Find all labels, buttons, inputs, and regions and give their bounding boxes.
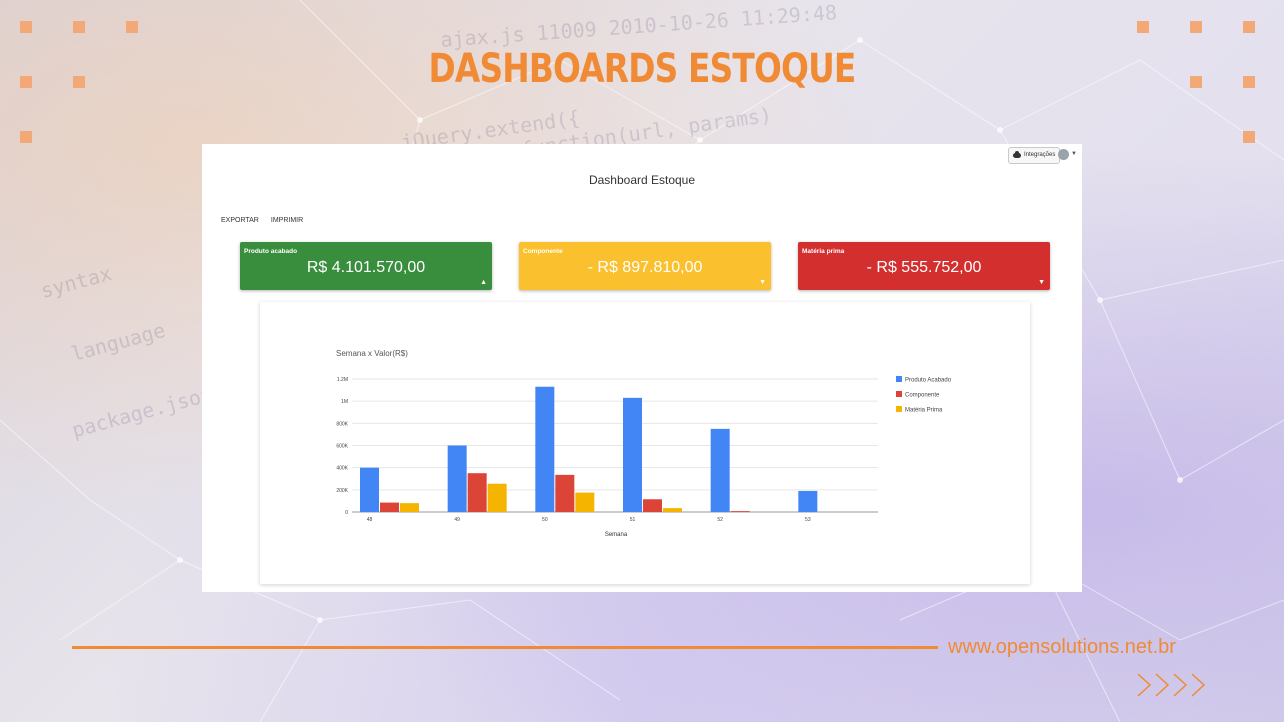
arrow-down-icon: ▼ (759, 279, 766, 286)
x-tick-label: 49 (454, 517, 460, 523)
bar-chart: Semana x Valor(R$) Semana 0 200K 400K 600K 8… (336, 349, 952, 538)
bar-produto-acabado-52[interactable] (710, 428, 730, 512)
deco-square (20, 76, 32, 88)
deco-square (73, 21, 85, 33)
card-materia-prima[interactable]: Matéria prima - R$ 555.752,00 ▼ (798, 242, 1050, 290)
y-tick-label: 1M (341, 399, 348, 405)
bar-componente-49[interactable] (467, 473, 487, 512)
deco-square (20, 131, 32, 143)
page-title: DASHBOARDS ESTOQUE (428, 46, 856, 92)
card-componente[interactable]: Componente - R$ 897.810,00 ▼ (519, 242, 771, 290)
card-label: Matéria prima (802, 248, 845, 255)
y-tick-label: 200K (336, 488, 348, 494)
deco-square (126, 21, 138, 33)
bar-componente-50[interactable] (555, 474, 575, 512)
bar-componente-48[interactable] (380, 502, 399, 512)
cloud-icon (1013, 151, 1021, 158)
deco-square (1137, 21, 1149, 33)
bar-componente-52[interactable] (730, 511, 750, 512)
card-value: - R$ 897.810,00 (587, 259, 703, 276)
bar-matéria-prima-51[interactable] (663, 508, 682, 512)
chart-container: Semana x Valor(R$) Semana 0 200K 400K 600K 8… (260, 302, 1030, 584)
x-tick-label: 50 (542, 517, 548, 523)
legend-swatch (896, 391, 902, 397)
chevrons-right-icon (1137, 673, 1206, 697)
y-tick-label: 400K (336, 466, 348, 472)
card-label: Produto acabado (244, 248, 298, 255)
deco-square (1243, 76, 1255, 88)
bar-componente-51[interactable] (643, 499, 662, 512)
legend-item[interactable]: Componente (905, 393, 940, 399)
y-tick-label: 0 (345, 510, 348, 516)
dashboard-title: Dashboard Estoque (588, 173, 696, 187)
integrations-button[interactable]: Integrações (1008, 147, 1061, 164)
card-value: R$ 4.101.570,00 (306, 259, 426, 276)
integrations-label: Integrações (1024, 152, 1056, 158)
x-tick-label: 51 (630, 517, 636, 523)
bar-matéria-prima-48[interactable] (400, 503, 419, 512)
export-button[interactable]: EXPORTAR (221, 217, 259, 224)
bar-matéria-prima-50[interactable] (575, 492, 595, 512)
bar-matéria-prima-49[interactable] (487, 483, 507, 512)
card-produto-acabado[interactable]: Produto acabado R$ 4.101.570,00 ▲ (240, 242, 492, 290)
toolbar: EXPORTAR IMPRIMIR (221, 217, 303, 224)
legend-item[interactable]: Produto Acabado (905, 378, 952, 384)
x-axis-label: Semana (605, 532, 628, 538)
footer-divider (72, 646, 938, 649)
arrow-up-icon: ▲ (480, 279, 487, 286)
bar-produto-acabado-49[interactable] (447, 445, 467, 513)
bar-produto-acabado-51[interactable] (623, 397, 642, 512)
card-value: - R$ 555.752,00 (866, 259, 982, 276)
y-tick-label: 800K (336, 421, 348, 427)
deco-square (1190, 76, 1202, 88)
website-url[interactable]: www.opensolutions.net.br (948, 636, 1176, 659)
x-tick-label: 48 (367, 517, 373, 523)
deco-square (1243, 21, 1255, 33)
bar-produto-acabado-50[interactable] (535, 386, 555, 512)
avatar[interactable] (1058, 149, 1069, 160)
deco-square (1243, 131, 1255, 143)
legend-item[interactable]: Matéria Prima (905, 408, 943, 414)
bar-produto-acabado-48[interactable] (360, 467, 379, 512)
deco-square (1190, 21, 1202, 33)
arrow-down-icon: ▼ (1038, 279, 1045, 286)
chevron-down-icon[interactable]: ▼ (1071, 151, 1077, 157)
deco-square (20, 21, 32, 33)
legend-swatch (896, 376, 902, 382)
x-tick-label: 53 (805, 517, 811, 523)
card-label: Componente (523, 248, 563, 255)
bar-produto-acabado-53[interactable] (798, 490, 818, 512)
x-tick-label: 52 (717, 517, 723, 523)
y-tick-label: 600K (336, 444, 348, 450)
deco-square (73, 76, 85, 88)
y-tick-label: 1.2M (337, 377, 348, 383)
dashboard-screenshot: Integrações ▼ Dashboard Estoque EXPORTAR… (202, 144, 1082, 592)
print-button[interactable]: IMPRIMIR (271, 217, 303, 224)
chart-title: Semana x Valor(R$) (336, 349, 408, 358)
legend-swatch (896, 406, 902, 412)
